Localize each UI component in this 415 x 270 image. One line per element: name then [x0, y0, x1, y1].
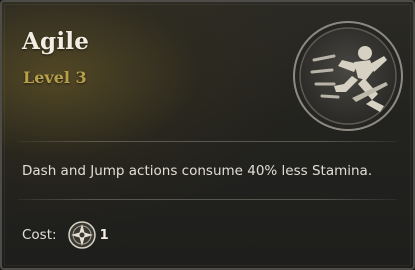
dashing-figure-icon [293, 21, 403, 131]
cost-value: 1 [99, 227, 109, 243]
cost-row: Cost: 1 [22, 220, 109, 250]
cost-label: Cost: [22, 227, 57, 243]
skill-level: Level 3 [23, 68, 87, 87]
skill-title: Agile [22, 28, 90, 55]
divider-bottom [18, 199, 397, 200]
skill-description: Dash and Jump actions consume 40% less S… [22, 163, 373, 179]
divider-top [18, 141, 397, 142]
skill-point-emblem-icon [67, 221, 96, 249]
skill-tooltip: Agile Level 3 Dash and Jump actions cons… [0, 0, 415, 270]
